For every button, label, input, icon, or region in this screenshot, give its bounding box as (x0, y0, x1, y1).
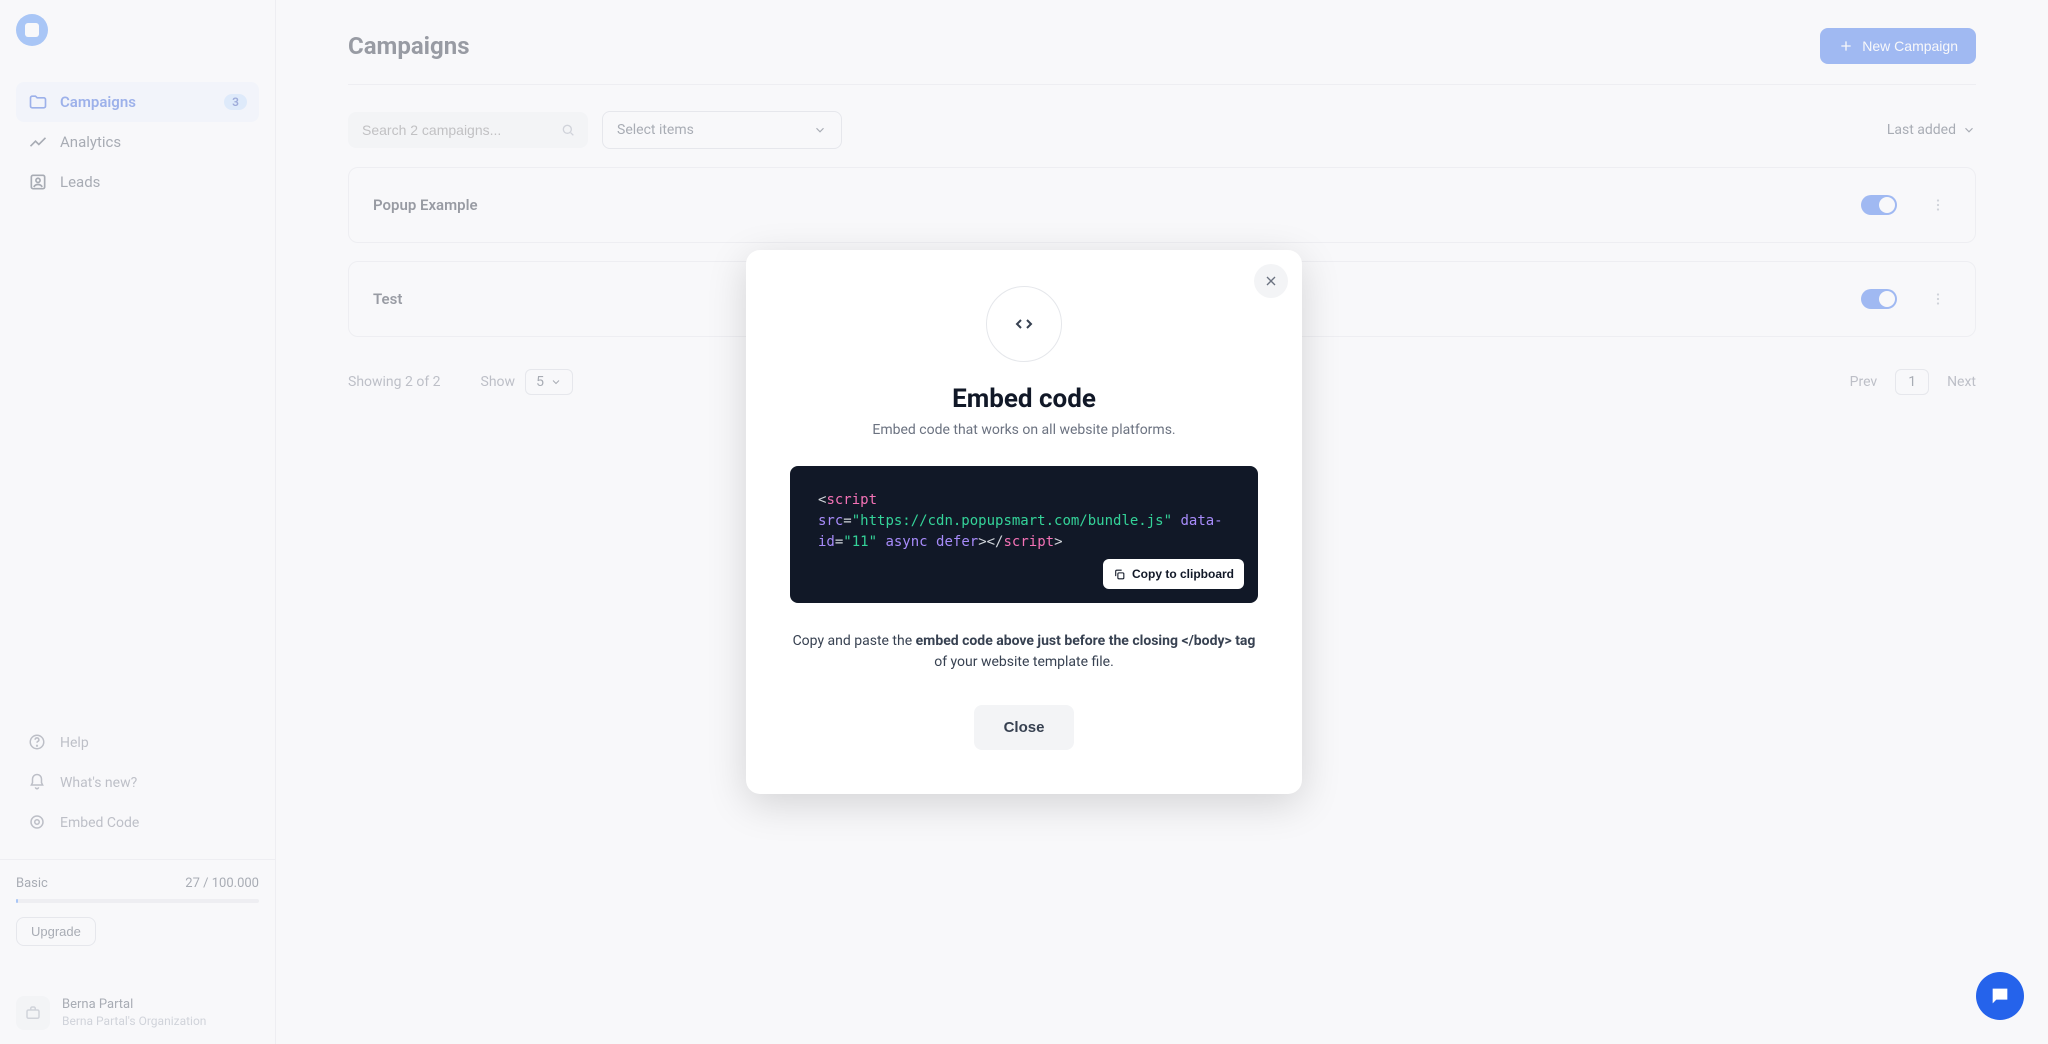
close-button[interactable]: Close (974, 705, 1075, 750)
chat-widget-button[interactable] (1976, 972, 2024, 1020)
embed-code-modal: Embed code Embed code that works on all … (746, 250, 1302, 794)
copy-to-clipboard-button[interactable]: Copy to clipboard (1103, 559, 1244, 589)
copy-label: Copy to clipboard (1132, 565, 1234, 583)
modal-subtitle: Embed code that works on all website pla… (790, 422, 1258, 438)
close-icon-button[interactable] (1254, 264, 1288, 298)
modal-overlay[interactable]: Embed code Embed code that works on all … (0, 0, 2048, 1044)
embed-hint: Copy and paste the embed code above just… (790, 631, 1258, 673)
modal-title: Embed code (790, 384, 1258, 414)
copy-icon (1113, 568, 1126, 581)
code-icon (986, 286, 1062, 362)
code-snippet: <script src="https://cdn.popupsmart.com/… (790, 466, 1258, 603)
